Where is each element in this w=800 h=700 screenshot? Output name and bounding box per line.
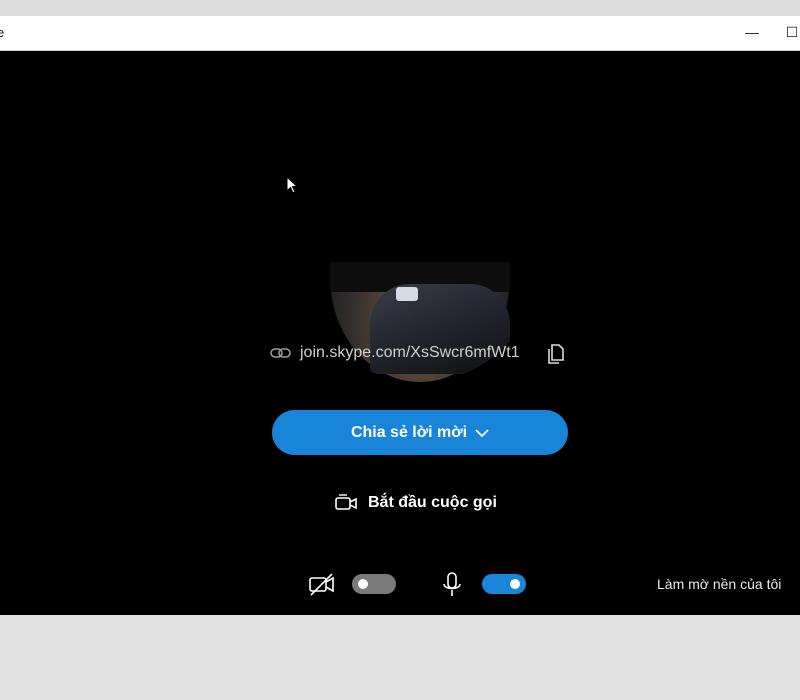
camera-toggle[interactable] bbox=[352, 574, 396, 594]
maximize-button[interactable]: ☐ bbox=[772, 16, 800, 50]
start-call-button[interactable]: Bắt đầu cuộc gọi bbox=[334, 490, 497, 516]
copy-icon[interactable] bbox=[546, 342, 566, 366]
share-invite-label: Chia sẻ lời mời bbox=[350, 423, 468, 441]
microphone-toggle[interactable] bbox=[482, 574, 526, 594]
window-title: e bbox=[0, 25, 5, 40]
preview-controls-bar: Làm mờ nền của tôi bbox=[0, 563, 800, 607]
minimize-button[interactable]: — bbox=[732, 16, 772, 50]
camera-toggle-knob bbox=[358, 579, 368, 589]
blur-background-label[interactable]: Làm mờ nền của tôi bbox=[657, 576, 781, 592]
share-invite-button[interactable]: Chia sẻ lời mời bbox=[272, 410, 568, 455]
preview-patch bbox=[396, 287, 418, 301]
video-call-icon bbox=[335, 494, 357, 510]
window-titlebar: e — ☐ bbox=[0, 16, 800, 51]
link-icon bbox=[270, 348, 291, 358]
camera-off-icon[interactable] bbox=[308, 572, 336, 598]
microphone-toggle-knob bbox=[510, 579, 520, 589]
mouse-cursor-icon bbox=[286, 176, 299, 194]
bottom-gray-area bbox=[0, 615, 800, 700]
chevron-down-icon bbox=[475, 428, 489, 437]
invite-link-text[interactable]: join.skype.com/XsSwcr6mfWt1 bbox=[300, 344, 520, 362]
top-strip bbox=[0, 0, 800, 16]
start-call-label: Bắt đầu cuộc gọi bbox=[368, 494, 497, 511]
microphone-icon[interactable] bbox=[441, 571, 463, 599]
